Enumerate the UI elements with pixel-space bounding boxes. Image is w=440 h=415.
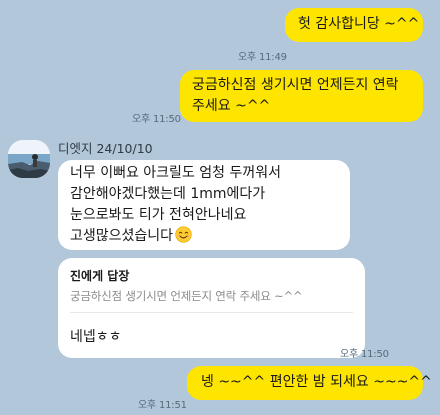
message-text-line-1: 너무 이뻐요 아크릴도 엄청 두꺼워서 [70, 165, 281, 181]
reply-header: 진에게 답장 [70, 269, 130, 283]
their-message-bubble[interactable]: 너무 이뻐요 아크릴도 엄청 두꺼워서 감안해야겠다했는데 1mm에다가 눈으로… [58, 160, 350, 250]
message-text-line-2: 주세요 ~^^ [192, 98, 271, 114]
message-timestamp: 오후 11:50 [340, 349, 389, 360]
my-message-bubble[interactable]: 궁금하신점 생기시면 언제든지 연락 주세요 ~^^ [180, 70, 423, 122]
chat-room: 헛 감사합니당 ~^^ 오후 11:49 궁금하신점 생기시면 언제든지 연락 … [0, 0, 440, 415]
quoted-message[interactable]: 궁금하신점 생기시면 언제든지 연락 주세요 ~^^ [70, 288, 303, 304]
message-timestamp: 오후 11:49 [238, 52, 287, 63]
my-message-bubble[interactable]: 넹 ~~^^ 편안한 밤 되세요 ~~~^^ [187, 366, 432, 400]
my-message-bubble[interactable]: 헛 감사합니당 ~^^ [285, 8, 423, 42]
message-text-line-2: 감안해야겠다했는데 1mm에다가 [70, 186, 266, 202]
message-text-segment: 고생많으셨습니다 [70, 228, 174, 244]
message-text-line-3: 눈으로봐도 티가 전혀안나네요 [70, 207, 247, 223]
message-timestamp: 오후 11:51 [138, 400, 187, 411]
sender-avatar[interactable] [8, 140, 50, 178]
message-text: 넹 ~~^^ 편안한 밤 되세요 ~~~^^ [201, 374, 432, 390]
message-text: 헛 감사합니당 ~^^ [298, 16, 420, 32]
message-timestamp: 오후 11:50 [132, 114, 181, 125]
smiling-face-emoji-icon [175, 226, 192, 243]
sender-name: 디엣지 24/10/10 [58, 141, 153, 156]
reply-text: 네넵ㅎㅎ [70, 329, 122, 345]
reply-divider [70, 312, 353, 313]
message-text-line-1: 궁금하신점 생기시면 언제든지 연락 [192, 77, 399, 93]
message-text-line-4: 고생많으셨습니다 [70, 226, 350, 247]
reply-message-card[interactable]: 진에게 답장 궁금하신점 생기시면 언제든지 연락 주세요 ~^^ 네넵ㅎㅎ [58, 258, 365, 358]
avatar-image [8, 140, 50, 178]
